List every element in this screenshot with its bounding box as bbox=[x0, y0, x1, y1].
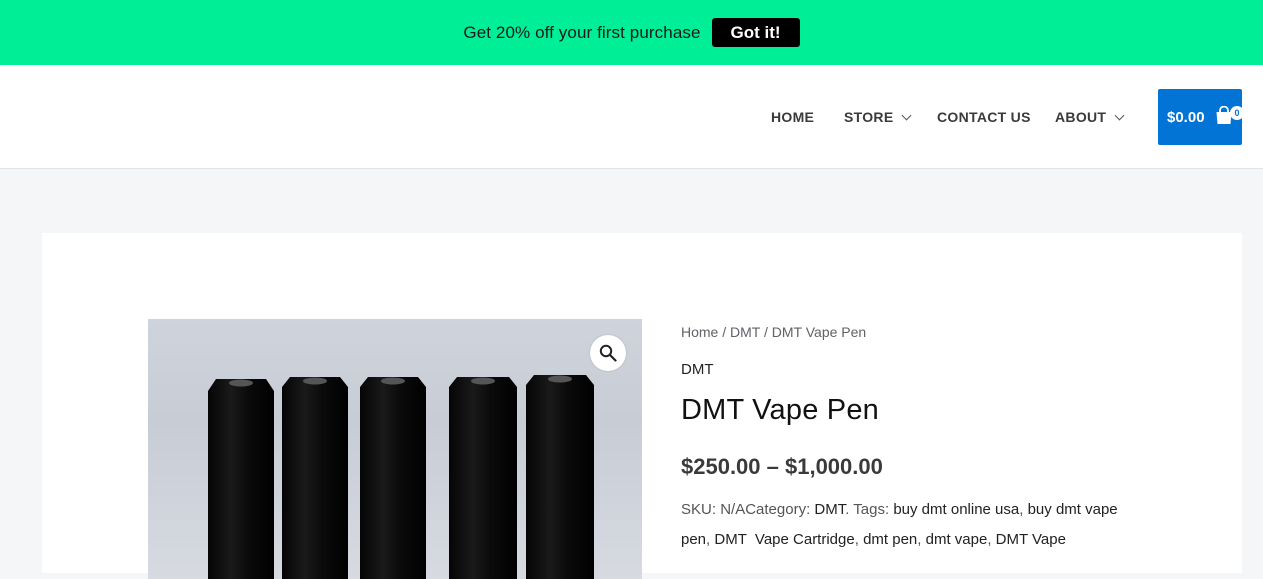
nav-home[interactable]: HOME bbox=[771, 109, 814, 125]
product-card: Home / DMT / DMT Vape Pen DMT DMT Vape P… bbox=[42, 233, 1242, 579]
site-header: HOME STORE CONTACT US ABOUT $0.00 0 bbox=[0, 65, 1263, 169]
nav-contact-us[interactable]: CONTACT US bbox=[937, 109, 1031, 125]
nav-home-label: HOME bbox=[771, 109, 815, 125]
product-meta: SKU: N/ACategory: DMT. Tags: buy dmt onl… bbox=[681, 501, 1118, 548]
breadcrumb: Home / DMT / DMT Vape Pen bbox=[681, 324, 866, 340]
vape-pens-illustration bbox=[208, 375, 594, 579]
tag-link[interactable]: buy dmt online usa bbox=[893, 501, 1019, 518]
zoom-button[interactable] bbox=[590, 335, 626, 371]
cart-count-badge: 0 bbox=[1230, 106, 1244, 120]
breadcrumb-current: DMT Vape Pen bbox=[771, 324, 867, 340]
chevron-down-icon bbox=[1114, 110, 1125, 120]
tag-link[interactable]: dmt vape bbox=[926, 531, 988, 548]
product-title: DMT Vape Pen bbox=[681, 394, 879, 426]
promo-text: Get 20% off your first purchase bbox=[463, 22, 701, 42]
category-label: Category: bbox=[745, 501, 815, 518]
nav-contact-label: CONTACT US bbox=[937, 109, 1031, 125]
main-nav: HOME STORE CONTACT US ABOUT bbox=[0, 65, 1263, 168]
tag-link[interactable]: DMT Vape Cartridge bbox=[714, 531, 854, 548]
product-category-label[interactable]: DMT bbox=[681, 361, 714, 378]
breadcrumb-separator: / bbox=[718, 324, 731, 340]
nav-store[interactable]: STORE bbox=[844, 109, 912, 125]
got-it-button[interactable]: Got it! bbox=[711, 18, 800, 47]
category-link[interactable]: DMT bbox=[814, 501, 845, 518]
cart-total: $0.00 bbox=[1167, 108, 1205, 126]
magnifier-icon bbox=[599, 344, 617, 362]
cart-button[interactable]: $0.00 0 bbox=[1158, 89, 1244, 145]
breadcrumb-home[interactable]: Home bbox=[681, 324, 718, 340]
nav-about[interactable]: ABOUT bbox=[1055, 109, 1125, 125]
sku-label: SKU: bbox=[681, 501, 721, 518]
breadcrumb-separator: / bbox=[760, 324, 772, 340]
tags-label: . Tags: bbox=[845, 501, 894, 518]
promo-banner: Get 20% off your first purchase Got it! bbox=[0, 0, 1263, 65]
tag-link[interactable]: DMT Vape bbox=[996, 531, 1066, 548]
sku-value: N/A bbox=[720, 501, 746, 518]
product-price: $250.00 – $1,000.00 bbox=[681, 454, 883, 479]
tag-link[interactable]: dmt pen bbox=[863, 531, 917, 548]
product-image[interactable] bbox=[148, 319, 642, 579]
nav-store-label: STORE bbox=[844, 109, 894, 125]
breadcrumb-category[interactable]: DMT bbox=[730, 324, 760, 340]
nav-about-label: ABOUT bbox=[1055, 109, 1107, 125]
chevron-down-icon bbox=[902, 110, 912, 120]
